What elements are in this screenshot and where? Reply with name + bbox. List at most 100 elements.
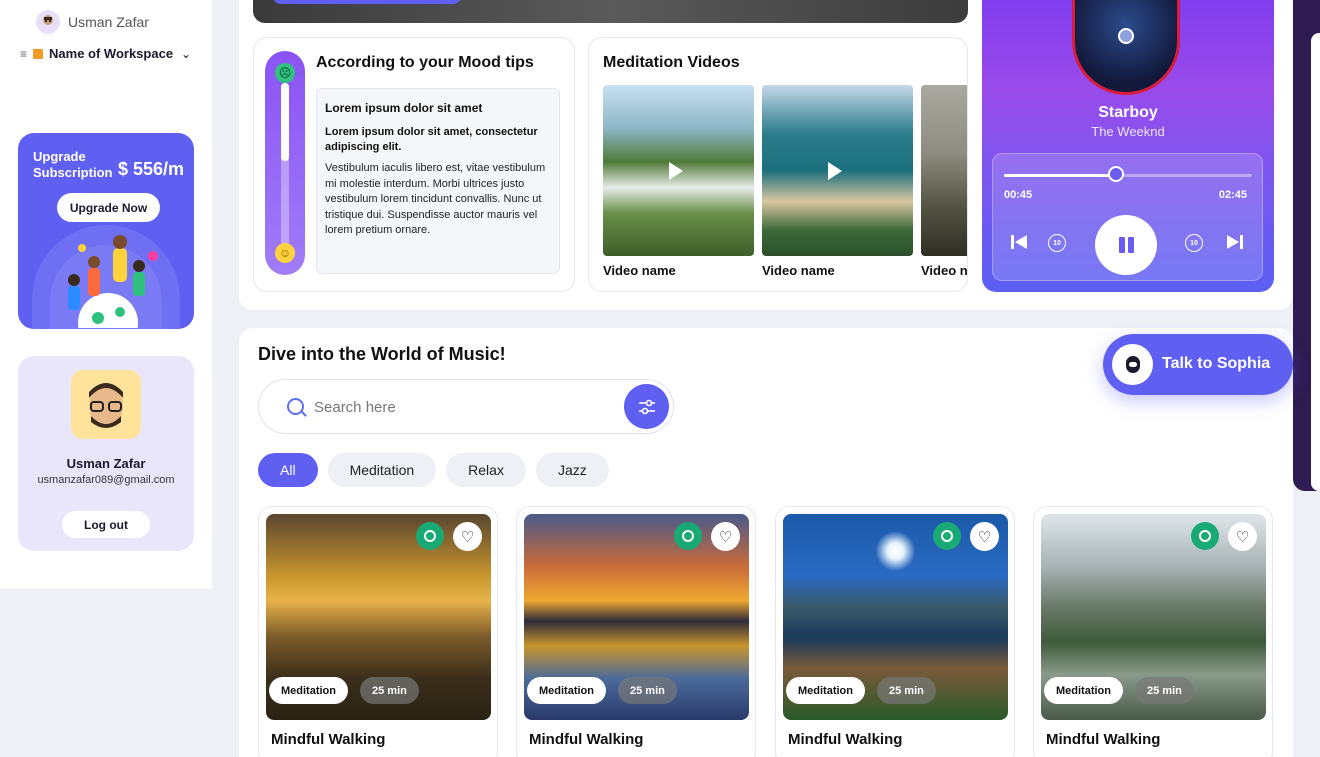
tip-subheading: Lorem ipsum dolor sit amet, consectetur … [325, 126, 538, 153]
card-title: Mindful Walking [529, 731, 644, 748]
card-tag: Meditation [1044, 677, 1123, 704]
menu-icon[interactable]: ≡ [20, 47, 27, 61]
bot-icon [1112, 344, 1153, 385]
right-rail [1293, 0, 1320, 491]
card-title: Mindful Walking [788, 731, 903, 748]
card-tag: Meditation [269, 677, 348, 704]
workspace-name: Name of Workspace [49, 46, 174, 61]
upgrade-now-button[interactable]: Upgrade Now [57, 193, 160, 222]
heart-icon[interactable]: ♡ [711, 522, 740, 551]
tip-heading: Lorem ipsum dolor sit amet [325, 101, 483, 115]
video-thumbnail[interactable] [762, 85, 913, 256]
avatar [36, 10, 60, 34]
chip-relax[interactable]: Relax [446, 453, 526, 487]
mood-happy-icon[interactable]: ☺ [275, 243, 295, 263]
player-controls: 00:45 02:45 10 10 [992, 153, 1263, 281]
music-card[interactable]: ♡ Meditation 25 min Mindful Walking [516, 506, 756, 757]
hero-button[interactable] [273, 0, 461, 4]
card-title: Mindful Walking [271, 731, 386, 748]
chip-jazz[interactable]: Jazz [535, 453, 609, 487]
talk-to-sophia-button[interactable]: Talk to Sophia [1103, 334, 1293, 395]
video-name: Video name [603, 263, 676, 278]
profile-email: usmanzafar089@gmail.com [37, 474, 175, 486]
talk-label: Talk to Sophia [1162, 355, 1271, 372]
progress-knob[interactable] [1107, 166, 1124, 182]
track-icon[interactable] [416, 522, 444, 550]
card-duration: 25 min [1135, 677, 1194, 704]
card-title: Mindful Walking [1046, 731, 1161, 748]
elapsed-time: 00:45 [1004, 189, 1033, 201]
upgrade-title: Upgrade Subscription [33, 149, 113, 180]
play-icon[interactable] [669, 162, 683, 180]
search-icon [287, 398, 304, 415]
video-item[interactable]: Video n [921, 85, 968, 278]
video-item[interactable]: Video name [603, 85, 754, 278]
top-user[interactable]: Usman Zafar [36, 10, 149, 34]
track-icon[interactable] [933, 522, 961, 550]
logout-button[interactable]: Log out [62, 511, 150, 538]
progress-fill [1004, 174, 1116, 177]
music-player: Starboy The Weeknd 00:45 02:45 10 10 [982, 0, 1274, 292]
total-time: 02:45 [1218, 189, 1247, 201]
video-name: Video name [762, 263, 835, 278]
album-dot [1118, 28, 1134, 44]
top-user-name: Usman Zafar [68, 14, 149, 30]
song-artist: The Weeknd [1091, 124, 1165, 139]
mood-sad-icon[interactable]: ☹ [275, 63, 295, 83]
chevron-down-icon[interactable]: ⌄ [181, 47, 191, 61]
pause-button[interactable] [1095, 215, 1157, 275]
song-title: Starboy [1098, 104, 1158, 121]
card-tag: Meditation [527, 677, 606, 704]
tip-box: Lorem ipsum dolor sit amet Lorem ipsum d… [316, 88, 560, 274]
music-title: Dive into the World of Music! [258, 344, 506, 364]
upgrade-card: Upgrade Subscription $ 556/m Upgrade Now [18, 133, 194, 329]
album-art [1072, 0, 1180, 95]
play-icon[interactable] [828, 162, 842, 180]
chip-meditation[interactable]: Meditation [327, 453, 437, 487]
video-thumbnail[interactable] [603, 85, 754, 256]
music-card[interactable]: ♡ Meditation 25 min Mindful Walking [258, 506, 498, 757]
mood-title: According to your Mood tips [316, 54, 534, 71]
video-item[interactable]: Video name [762, 85, 913, 278]
music-card[interactable]: ♡ Meditation 25 min Mindful Walking [1033, 506, 1273, 757]
meditation-videos-card: Meditation Videos Video name Video name … [588, 37, 968, 292]
videos-title: Meditation Videos [603, 54, 740, 71]
profile-card: Usman Zafar usmanzafar089@gmail.com Log … [18, 356, 194, 551]
scrollbar[interactable] [1311, 33, 1320, 491]
category-chips: All Meditation Relax Jazz [258, 453, 609, 487]
avatar [71, 370, 141, 439]
search-input[interactable]: Search here [314, 399, 396, 416]
filter-button[interactable] [624, 384, 669, 429]
card-duration: 25 min [618, 677, 677, 704]
track-icon[interactable] [1191, 522, 1219, 550]
workspace-selector[interactable]: ≡ Name of Workspace ⌄ [20, 46, 191, 61]
skip-previous-icon[interactable] [1011, 235, 1027, 252]
pause-icon [1118, 237, 1134, 253]
sidebar: Usman Zafar ≡ Name of Workspace ⌄ Upgrad… [0, 0, 212, 589]
profile-name: Usman Zafar [66, 456, 146, 471]
mood-slider[interactable]: ☹ ☺ [265, 51, 305, 275]
music-card[interactable]: ♡ Meditation 25 min Mindful Walking [775, 506, 1015, 757]
forward-10-icon[interactable]: 10 [1185, 234, 1203, 252]
rewind-10-icon[interactable]: 10 [1048, 234, 1066, 252]
chip-all[interactable]: All [258, 453, 318, 487]
heart-icon[interactable]: ♡ [970, 522, 999, 551]
search-bar[interactable]: Search here [258, 379, 674, 434]
track-icon[interactable] [674, 522, 702, 550]
mood-fill [281, 83, 289, 161]
card-tag: Meditation [786, 677, 865, 704]
upgrade-price: $ 556/m [117, 159, 184, 179]
mood-tips-card: ☹ ☺ According to your Mood tips Lorem ip… [253, 37, 575, 292]
video-thumbnail[interactable] [921, 85, 967, 256]
tip-body: Vestibulum iaculis libero est, vitae ves… [325, 162, 546, 236]
workspace-icon [33, 48, 44, 59]
video-name: Video n [921, 263, 968, 278]
skip-next-icon[interactable] [1227, 235, 1243, 252]
hero-banner [253, 0, 968, 23]
heart-icon[interactable]: ♡ [453, 522, 482, 551]
filter-icon [638, 399, 655, 414]
card-duration: 25 min [360, 677, 419, 704]
progress-bar[interactable] [1004, 174, 1252, 177]
heart-icon[interactable]: ♡ [1228, 522, 1257, 551]
people-illustration-icon [68, 235, 158, 328]
